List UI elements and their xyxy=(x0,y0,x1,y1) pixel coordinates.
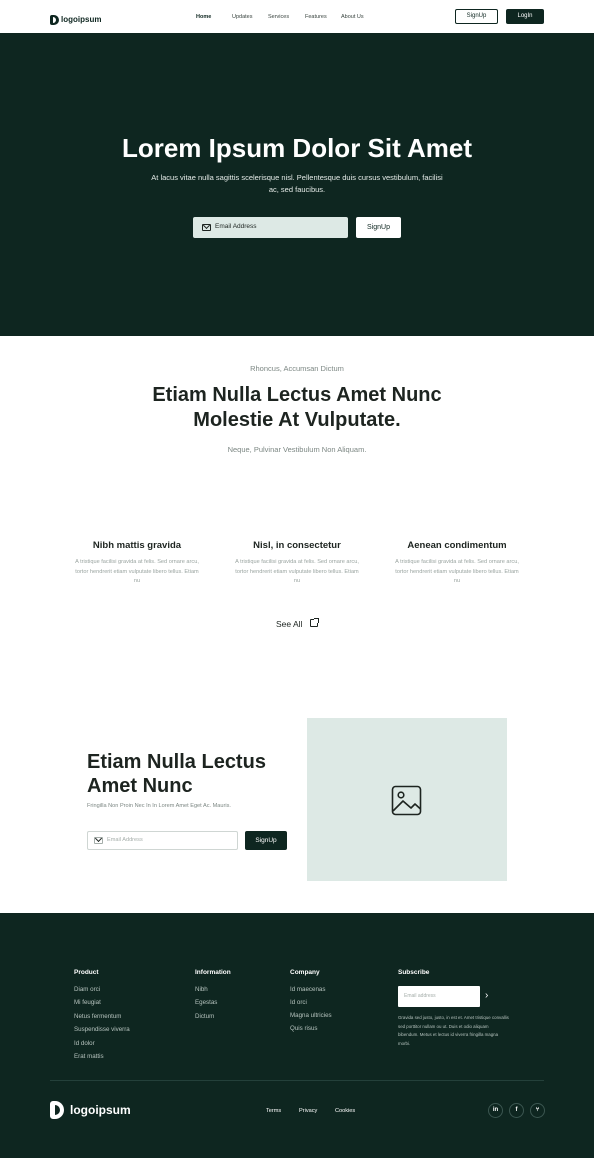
image-placeholder-icon xyxy=(391,785,422,816)
footer-heading-product: Product xyxy=(74,969,99,976)
feature-body-3: A tristique facilisi gravida at felis. S… xyxy=(395,559,519,584)
footer-link[interactable]: Diam orci xyxy=(74,986,100,993)
footer-link[interactable]: Egestas xyxy=(195,999,217,1006)
image-placeholder xyxy=(307,718,507,881)
mail-icon xyxy=(94,837,103,844)
header-signup-button[interactable]: SignUp xyxy=(455,9,498,24)
feature-body-1: A tristique facilisi gravida at felis. S… xyxy=(75,559,199,584)
footer-link[interactable]: Dictum xyxy=(195,1013,214,1020)
subscribe-email-placeholder: Email address xyxy=(404,993,436,999)
subscribe-note: Gravida sed justo, justo, in est et. Ame… xyxy=(398,1015,509,1046)
nav-link-services[interactable]: Services xyxy=(268,14,289,20)
hero-email-input[interactable]: Email Address xyxy=(193,217,348,238)
linkedin-icon[interactable]: in xyxy=(488,1103,503,1118)
hero-title: Lorem Ipsum Dolor Sit Amet xyxy=(121,133,473,163)
footer-heading-information: Information xyxy=(195,969,231,976)
features-title-line1: Etiam Nulla Lectus Amet Nunc xyxy=(152,384,442,406)
nav-link-about-us[interactable]: About Us xyxy=(341,14,364,20)
footer-link[interactable]: Id maecenas xyxy=(290,986,325,993)
features-title: Etiam Nulla Lectus Amet Nunc Molestie At… xyxy=(0,383,594,433)
cta-title-line2: Amet Nunc xyxy=(87,775,193,797)
subscribe-email-input[interactable]: Email address xyxy=(398,986,480,1007)
footer-heading-subscribe: Subscribe xyxy=(398,969,430,976)
feature-title-2: Nisl, in consectetur xyxy=(253,540,341,551)
footer-link[interactable]: Quis risus xyxy=(290,1025,318,1032)
footer-link[interactable]: Suspendisse viverra xyxy=(74,1026,130,1033)
logo-icon xyxy=(50,14,59,25)
cta-title: Etiam Nulla Lectus Amet Nunc xyxy=(87,750,297,798)
cta-email-placeholder: Email Address xyxy=(107,837,143,843)
other-social-icon[interactable]: ⑂ xyxy=(530,1103,545,1118)
footer-link-privacy[interactable]: Privacy xyxy=(299,1108,317,1114)
hero-subtitle: At lacus vitae nulla sagittis scelerisqu… xyxy=(151,173,443,194)
facebook-icon[interactable]: f xyxy=(509,1103,524,1118)
footer-link[interactable]: Magna ultricies xyxy=(290,1012,332,1019)
nav-link-home[interactable]: Home xyxy=(196,14,211,20)
header-logo[interactable]: logoipsum xyxy=(50,11,101,29)
footer-link[interactable]: Id orci xyxy=(290,999,307,1006)
header-logo-text: logoipsum xyxy=(61,15,102,25)
feature-body-2: A tristique facilisi gravida at felis. S… xyxy=(235,559,359,584)
arrow-right-icon[interactable]: › xyxy=(485,990,488,1001)
hero-section: Lorem Ipsum Dolor Sit Amet At lacus vita… xyxy=(0,33,594,336)
footer-logo-text[interactable]: logoipsum xyxy=(70,1103,131,1117)
nav-link-features[interactable]: Features xyxy=(305,14,327,20)
cta-title-line1: Etiam Nulla Lectus xyxy=(87,751,266,773)
feature-title-1: Nibh mattis gravida xyxy=(92,540,182,551)
hero-signup-button[interactable]: SignUp xyxy=(356,217,401,238)
feature-title-3: Aenean condimentum xyxy=(407,540,507,551)
footer-link[interactable]: Nibh xyxy=(195,986,208,993)
mail-icon xyxy=(202,224,211,231)
external-link-icon[interactable] xyxy=(310,618,319,627)
hero-email-placeholder: Email Address xyxy=(215,223,257,230)
footer-link-cookies[interactable]: Cookies xyxy=(335,1108,355,1114)
footer-link[interactable]: Erat mattis xyxy=(74,1053,104,1060)
see-all-link[interactable]: See All xyxy=(276,619,302,629)
cta-subtitle: Fringilla Non Proin Nec In In Lorem Amet… xyxy=(87,803,231,809)
footer-link[interactable]: Netus fermentum xyxy=(74,1013,121,1020)
footer-link[interactable]: Id dolor xyxy=(74,1040,95,1047)
footer-divider xyxy=(50,1080,544,1081)
page-bottom-strip xyxy=(0,1158,594,1163)
footer-heading-company: Company xyxy=(290,969,320,976)
footer-link-terms[interactable]: Terms xyxy=(266,1108,281,1114)
features-eyebrow: Rhoncus, Accumsan Dictum xyxy=(250,364,344,373)
cta-signup-button[interactable]: SignUp xyxy=(245,831,287,850)
top-navbar: logoipsum Home Updates Services Features… xyxy=(0,0,594,33)
cta-email-input[interactable]: Email Address xyxy=(87,831,238,850)
features-subtitle: Neque, Pulvinar Vestibulum Non Aliquam. xyxy=(227,445,367,454)
features-title-line2: Molestie At Vulputate. xyxy=(193,409,401,431)
header-login-button[interactable]: LogIn xyxy=(506,9,544,24)
nav-link-updates[interactable]: Updates xyxy=(232,14,253,20)
footer-link[interactable]: Mi feugiat xyxy=(74,999,101,1006)
